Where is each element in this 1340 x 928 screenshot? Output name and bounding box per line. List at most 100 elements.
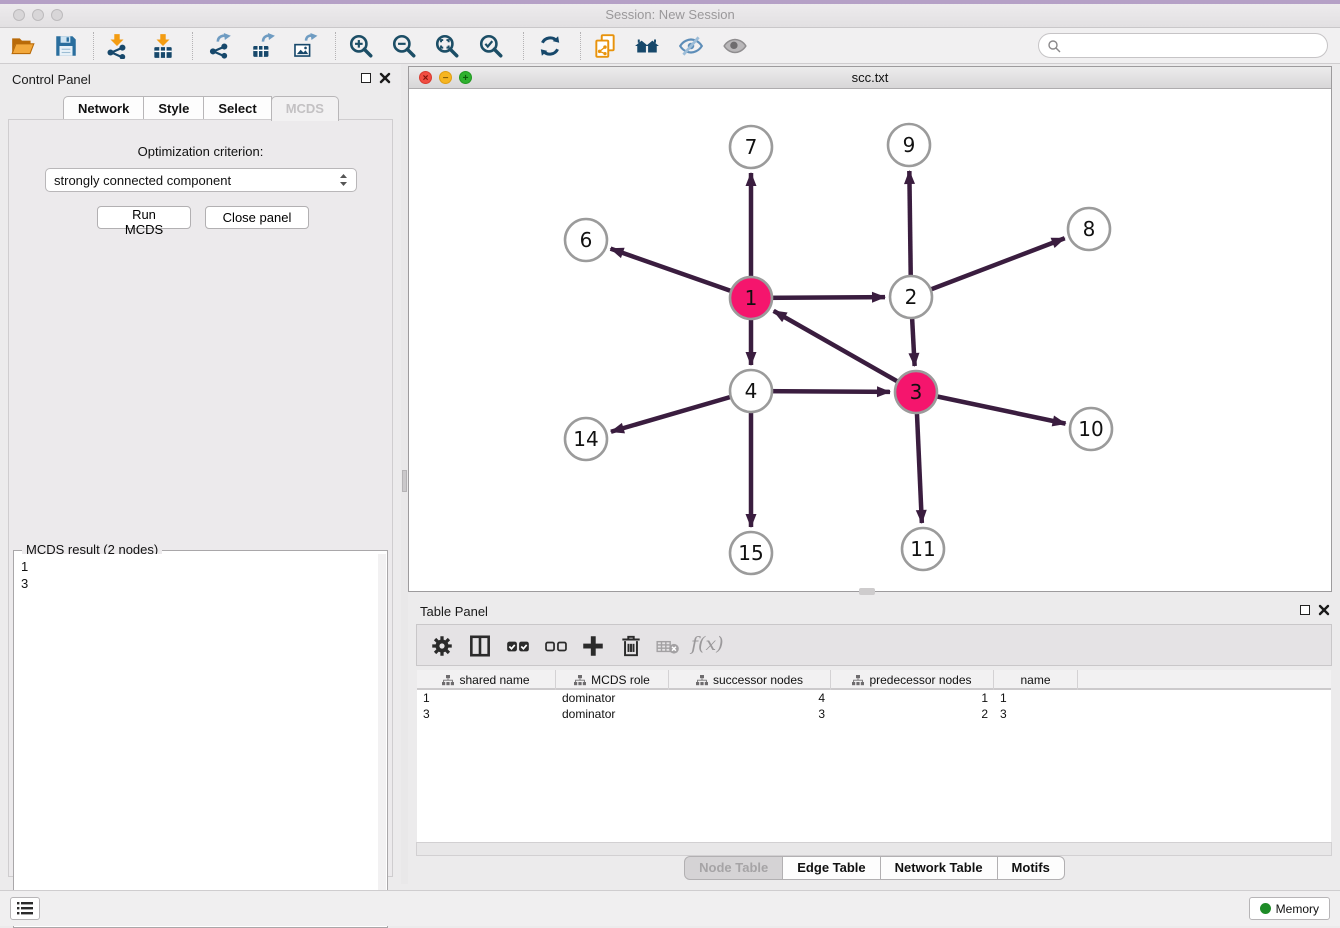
float-table-panel-icon[interactable] bbox=[1300, 605, 1310, 615]
node-label-6: 6 bbox=[580, 228, 593, 252]
mcds-result-text[interactable]: 1 3 bbox=[15, 554, 378, 926]
fx-label: f(x) bbox=[691, 633, 724, 655]
delete-table-icon[interactable] bbox=[655, 633, 681, 659]
toolbar-separator bbox=[192, 32, 193, 60]
node-table-body: 1dominator4113dominator323 bbox=[417, 690, 1331, 722]
network-view-window: × − + scc.txt 7968124314101511 bbox=[408, 66, 1332, 592]
node-label-7: 7 bbox=[745, 135, 758, 159]
window-title: Session: New Session bbox=[0, 7, 1340, 22]
close-panel-icon[interactable] bbox=[379, 72, 391, 84]
table-row[interactable]: 1dominator411 bbox=[417, 690, 1331, 706]
search-input[interactable] bbox=[1065, 39, 1327, 53]
column-header-MCDS-role[interactable]: MCDS role bbox=[556, 670, 669, 690]
deselect-all-icon[interactable] bbox=[543, 633, 569, 659]
open-session-icon[interactable] bbox=[10, 33, 36, 59]
search-icon bbox=[1047, 39, 1061, 53]
titlebar-accent-strip bbox=[0, 0, 1340, 4]
node-label-9: 9 bbox=[903, 133, 916, 157]
close-panel-button[interactable]: Close panel bbox=[205, 206, 309, 229]
export-image-icon[interactable] bbox=[292, 33, 318, 59]
column-header-name[interactable]: name bbox=[994, 670, 1078, 690]
column-header-successor-nodes[interactable]: successor nodes bbox=[669, 670, 831, 690]
delete-icon[interactable] bbox=[618, 633, 644, 659]
zoom-out-icon[interactable] bbox=[391, 33, 417, 59]
tab-mcds[interactable]: MCDS bbox=[271, 96, 339, 121]
float-panel-icon[interactable] bbox=[361, 73, 371, 83]
table-cell[interactable]: 1 bbox=[994, 690, 1078, 706]
tab-node-table[interactable]: Node Table bbox=[684, 856, 783, 880]
mcds-panel: Optimization criterion: strongly connect… bbox=[8, 119, 393, 877]
tab-style[interactable]: Style bbox=[143, 96, 204, 121]
table-cell[interactable]: 3 bbox=[417, 706, 556, 722]
edge-3-1[interactable] bbox=[774, 311, 916, 392]
zoom-fit-icon[interactable] bbox=[434, 33, 460, 59]
run-mcds-button[interactable]: Run MCDS bbox=[97, 206, 191, 229]
node-table: shared name MCDS rolesuccessor nodes prede… bbox=[417, 670, 1331, 842]
add-column-icon[interactable] bbox=[580, 633, 606, 659]
refresh-layout-icon[interactable] bbox=[537, 33, 563, 59]
mcds-result-box: MCDS result (2 nodes) 1 3 bbox=[13, 550, 388, 928]
tab-motifs[interactable]: Motifs bbox=[997, 856, 1065, 880]
table-cell[interactable]: 1 bbox=[417, 690, 556, 706]
import-table-icon[interactable] bbox=[150, 33, 176, 59]
table-cell[interactable]: 1 bbox=[831, 690, 994, 706]
show-all-icon[interactable] bbox=[722, 33, 748, 59]
save-session-icon[interactable] bbox=[53, 33, 79, 59]
network-window-title: scc.txt bbox=[409, 70, 1331, 85]
edge-1-6[interactable] bbox=[611, 249, 751, 298]
titlebar: Session: New Session bbox=[0, 0, 1340, 28]
select-all-icon[interactable] bbox=[505, 633, 531, 659]
dropdown-value: strongly connected component bbox=[54, 173, 339, 188]
columns-icon[interactable] bbox=[467, 633, 493, 659]
zoom-selected-icon[interactable] bbox=[478, 33, 504, 59]
function-builder-icon[interactable]: f(x) bbox=[691, 633, 724, 659]
hierarchy-icon bbox=[442, 675, 454, 686]
node-label-2: 2 bbox=[905, 285, 918, 309]
optimization-criterion-dropdown[interactable]: strongly connected component bbox=[45, 168, 357, 192]
tab-edge-table[interactable]: Edge Table bbox=[782, 856, 880, 880]
table-cell[interactable]: 3 bbox=[669, 706, 831, 722]
task-history-button[interactable] bbox=[10, 897, 40, 920]
table-row[interactable]: 3dominator323 bbox=[417, 706, 1331, 722]
column-header-shared-name[interactable]: shared name bbox=[417, 670, 556, 690]
node-label-10: 10 bbox=[1078, 417, 1103, 441]
mcds-result-scrollbar[interactable] bbox=[378, 554, 386, 926]
hide-selected-icon[interactable] bbox=[678, 33, 704, 59]
toolbar-separator bbox=[335, 32, 336, 60]
home-layout-icon[interactable] bbox=[634, 33, 660, 59]
table-cell[interactable]: 2 bbox=[831, 706, 994, 722]
panel-splitter[interactable] bbox=[401, 64, 408, 884]
import-network-icon[interactable] bbox=[104, 33, 130, 59]
table-cell[interactable]: dominator bbox=[556, 690, 669, 706]
splitter-grip[interactable] bbox=[402, 470, 407, 492]
tab-network-table[interactable]: Network Table bbox=[880, 856, 998, 880]
toolbar-separator bbox=[523, 32, 524, 60]
table-cell[interactable]: 4 bbox=[669, 690, 831, 706]
network-from-selection-icon[interactable] bbox=[592, 33, 618, 59]
column-label: predecessor nodes bbox=[869, 673, 971, 687]
tab-select[interactable]: Select bbox=[203, 96, 271, 121]
network-graph[interactable]: 7968124314101511 bbox=[409, 89, 1331, 591]
memory-button[interactable]: Memory bbox=[1249, 897, 1330, 920]
export-table-icon[interactable] bbox=[250, 33, 276, 59]
close-table-panel-icon[interactable] bbox=[1318, 604, 1330, 616]
table-panel-title: Table Panel bbox=[420, 604, 488, 619]
tab-network[interactable]: Network bbox=[63, 96, 144, 121]
zoom-in-icon[interactable] bbox=[348, 33, 374, 59]
node-label-3: 3 bbox=[910, 380, 923, 404]
column-label: shared name bbox=[459, 673, 529, 687]
column-header-predecessor-nodes[interactable]: predecessor nodes bbox=[831, 670, 994, 690]
table-cell[interactable]: 3 bbox=[994, 706, 1078, 722]
edge-2-8[interactable] bbox=[911, 238, 1065, 297]
node-label-11: 11 bbox=[910, 537, 935, 561]
status-bar: Memory bbox=[0, 890, 1340, 926]
hierarchy-icon bbox=[852, 675, 864, 686]
search-field[interactable] bbox=[1038, 33, 1328, 58]
main-toolbar bbox=[0, 28, 1340, 64]
gear-icon[interactable] bbox=[429, 633, 455, 659]
network-resize-grip[interactable] bbox=[859, 588, 875, 595]
export-network-icon[interactable] bbox=[207, 33, 233, 59]
network-window-titlebar[interactable]: × − + scc.txt bbox=[409, 67, 1331, 89]
edge-3-10[interactable] bbox=[916, 392, 1066, 424]
table-cell[interactable]: dominator bbox=[556, 706, 669, 722]
